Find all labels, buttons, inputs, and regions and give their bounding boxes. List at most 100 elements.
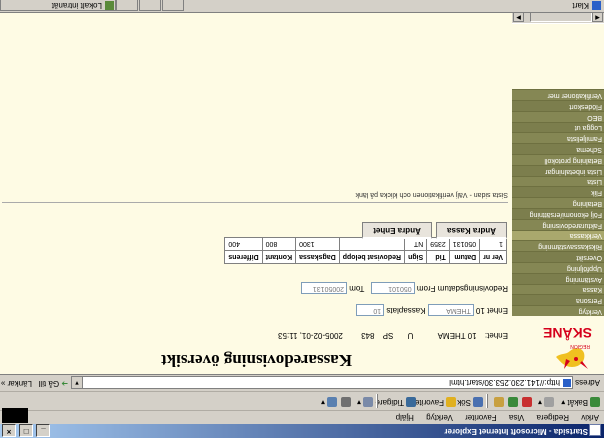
scroll-thumb[interactable]: [530, 12, 592, 22]
address-label: Adress: [575, 378, 600, 387]
period-row: Redovisningsdatum From 050101 Tom 200501…: [301, 282, 508, 294]
favorites-button[interactable]: Favoriter: [412, 395, 456, 407]
sidebar-item[interactable]: Flik: [512, 186, 604, 198]
main-panel: Kassaredovisning översikt Enhet: 10 THEM…: [0, 13, 512, 374]
enhet-value: 10 THEMA: [437, 331, 477, 340]
sidebar-item[interactable]: Rikskassavstämning: [512, 240, 604, 252]
menu-verktyg[interactable]: Verktyg: [421, 411, 458, 424]
standard-toolbar: Bakåt ▾ ▾ Sök Favoriter Tidigare ▾ ▾: [0, 391, 604, 410]
logo-subtitle: REGION: [570, 343, 590, 349]
links-button[interactable]: Länkar »: [1, 379, 32, 388]
status-text: Klart: [573, 0, 601, 10]
sidebar-item[interactable]: Kassa: [512, 283, 604, 295]
table-cell: 400: [224, 237, 263, 251]
sidebar-item[interactable]: Betalning protokoll: [512, 154, 604, 165]
column-header: Dagskassa: [295, 250, 340, 264]
status-cell: [116, 0, 138, 11]
sp-value: 843: [361, 331, 375, 340]
close-button[interactable]: ×: [2, 424, 16, 437]
table-row[interactable]: 1 050131 2359 NT 1300 800 400: [224, 237, 507, 251]
maximize-button[interactable]: □: [19, 424, 34, 437]
pagination-hint: Sista sidan - Välj verifikationen och kl…: [355, 191, 508, 198]
minimize-button[interactable]: _: [36, 424, 51, 437]
sidebar-item[interactable]: BEO: [512, 110, 604, 122]
toolbar-separator: [376, 394, 378, 408]
sidebar-item[interactable]: Följ ekonomi/ersättning: [512, 208, 604, 219]
column-header: Tid: [426, 250, 450, 264]
sidebar-item[interactable]: Persona: [512, 294, 604, 306]
tom-date-input[interactable]: 20050131: [301, 282, 348, 294]
kassaplats-label: Kassaplats: [386, 305, 426, 315]
address-dropdown[interactable]: ▾: [72, 377, 83, 388]
sidebar-item[interactable]: Verifikationer mer: [512, 89, 604, 101]
sidebar-item[interactable]: Betalning: [512, 197, 604, 209]
mail-button[interactable]: ▾: [357, 395, 373, 407]
search-icon: [473, 397, 483, 407]
datetime: 2005-02-01, 11:53: [278, 331, 343, 340]
status-bar: Klart Lokalt intranät: [0, 0, 604, 13]
scroll-right-arrow-icon[interactable]: ▶: [513, 12, 524, 22]
browser-window: Startsida - Microsoft Internet Explorer …: [0, 0, 604, 438]
address-input[interactable]: http://141.230.253.30/start.html ▾: [71, 376, 573, 389]
intranet-icon: [105, 0, 114, 10]
sidebar-item[interactable]: Översikt: [512, 251, 604, 263]
ie-icon: [589, 424, 601, 436]
sidebar-item[interactable]: Lista: [512, 175, 604, 187]
page-icon: [563, 379, 571, 387]
andra-kassa-button[interactable]: Ändra Kassa: [436, 222, 507, 239]
menu-visa[interactable]: Visa: [504, 411, 529, 424]
page-content: REGION SKÅNE Verktyg Persona Kassa Avstä…: [0, 12, 604, 374]
sidebar-item[interactable]: Schema: [512, 143, 604, 155]
sidebar-item[interactable]: Uppföljning: [512, 262, 604, 273]
scroll-left-arrow-icon[interactable]: ◀: [592, 12, 603, 22]
sidebar-item[interactable]: Verkkassa: [512, 229, 604, 241]
edit-button[interactable]: ▾: [321, 395, 337, 407]
menu-favoriter[interactable]: Favoriter: [460, 411, 502, 424]
menu-redigera[interactable]: Redigera: [532, 411, 574, 424]
menu-bar: Arkiv Redigera Visa Favoriter Verktyg Hj…: [0, 408, 604, 424]
go-button[interactable]: ➔ Gå till: [39, 379, 68, 388]
security-zone: Lokalt intranät: [0, 0, 116, 11]
sidebar-horizontal-scrollbar[interactable]: ◀ ▶: [512, 12, 604, 24]
address-url: http://141.230.253.30/start.html: [449, 378, 560, 387]
print-icon: [341, 397, 351, 407]
back-button[interactable]: Bakåt ▾: [561, 395, 600, 407]
history-button[interactable]: Tidigare: [375, 395, 416, 407]
menu-arkiv[interactable]: Arkiv: [576, 411, 604, 424]
stop-button[interactable]: [520, 395, 532, 407]
sidebar-item[interactable]: Lista inbetalningar: [512, 164, 604, 176]
divider: [2, 202, 508, 203]
column-header: Datum: [449, 250, 480, 264]
refresh-button[interactable]: [506, 395, 518, 407]
table-cell: 050131: [449, 237, 480, 251]
tom-label: Tom: [349, 283, 365, 293]
table-cell[interactable]: 1: [479, 237, 507, 251]
search-button[interactable]: Sök: [457, 395, 483, 407]
sidebar-item[interactable]: Avstämning: [512, 272, 604, 284]
table-header-row: Ver nr Datum Tid Sign Redovisat belopp D…: [224, 250, 507, 264]
forward-arrow-icon: [544, 397, 554, 407]
session-info: Enhet: 10 THEMA U SP 843 2005-02-01, 11:…: [272, 331, 508, 340]
home-button[interactable]: [492, 395, 504, 407]
table-cell: 800: [262, 237, 296, 251]
window-controls: _ □ ×: [2, 424, 51, 437]
forward-button[interactable]: ▾: [538, 395, 554, 407]
enhet-label: Enhet:: [484, 331, 508, 340]
kassaplats-input[interactable]: 10: [356, 304, 385, 316]
sidebar-item[interactable]: Familjelista: [512, 132, 604, 144]
andra-enhet-button[interactable]: Ändra Enhet: [362, 222, 432, 239]
from-date-input[interactable]: 050101: [370, 282, 415, 294]
edit-icon: [327, 397, 337, 407]
sidebar-item[interactable]: Flödeskort: [512, 100, 604, 111]
page-status-icon: [592, 0, 601, 10]
sidebar-item[interactable]: Logga ut: [512, 121, 604, 133]
sidebar-menu: Verktyg Persona Kassa Avstämning Uppfölj…: [512, 89, 604, 316]
sidebar-item[interactable]: Fakturaredovisning: [512, 218, 604, 230]
mail-icon: [363, 397, 373, 407]
enhet-input[interactable]: THEMA: [427, 304, 474, 316]
status-cell: [162, 0, 184, 11]
menu-hjalp[interactable]: Hjälp: [391, 411, 419, 424]
address-bar: Adress http://141.230.253.30/start.html …: [0, 374, 604, 391]
sidebar-item[interactable]: Verktyg: [512, 305, 604, 316]
print-button[interactable]: [339, 395, 351, 407]
